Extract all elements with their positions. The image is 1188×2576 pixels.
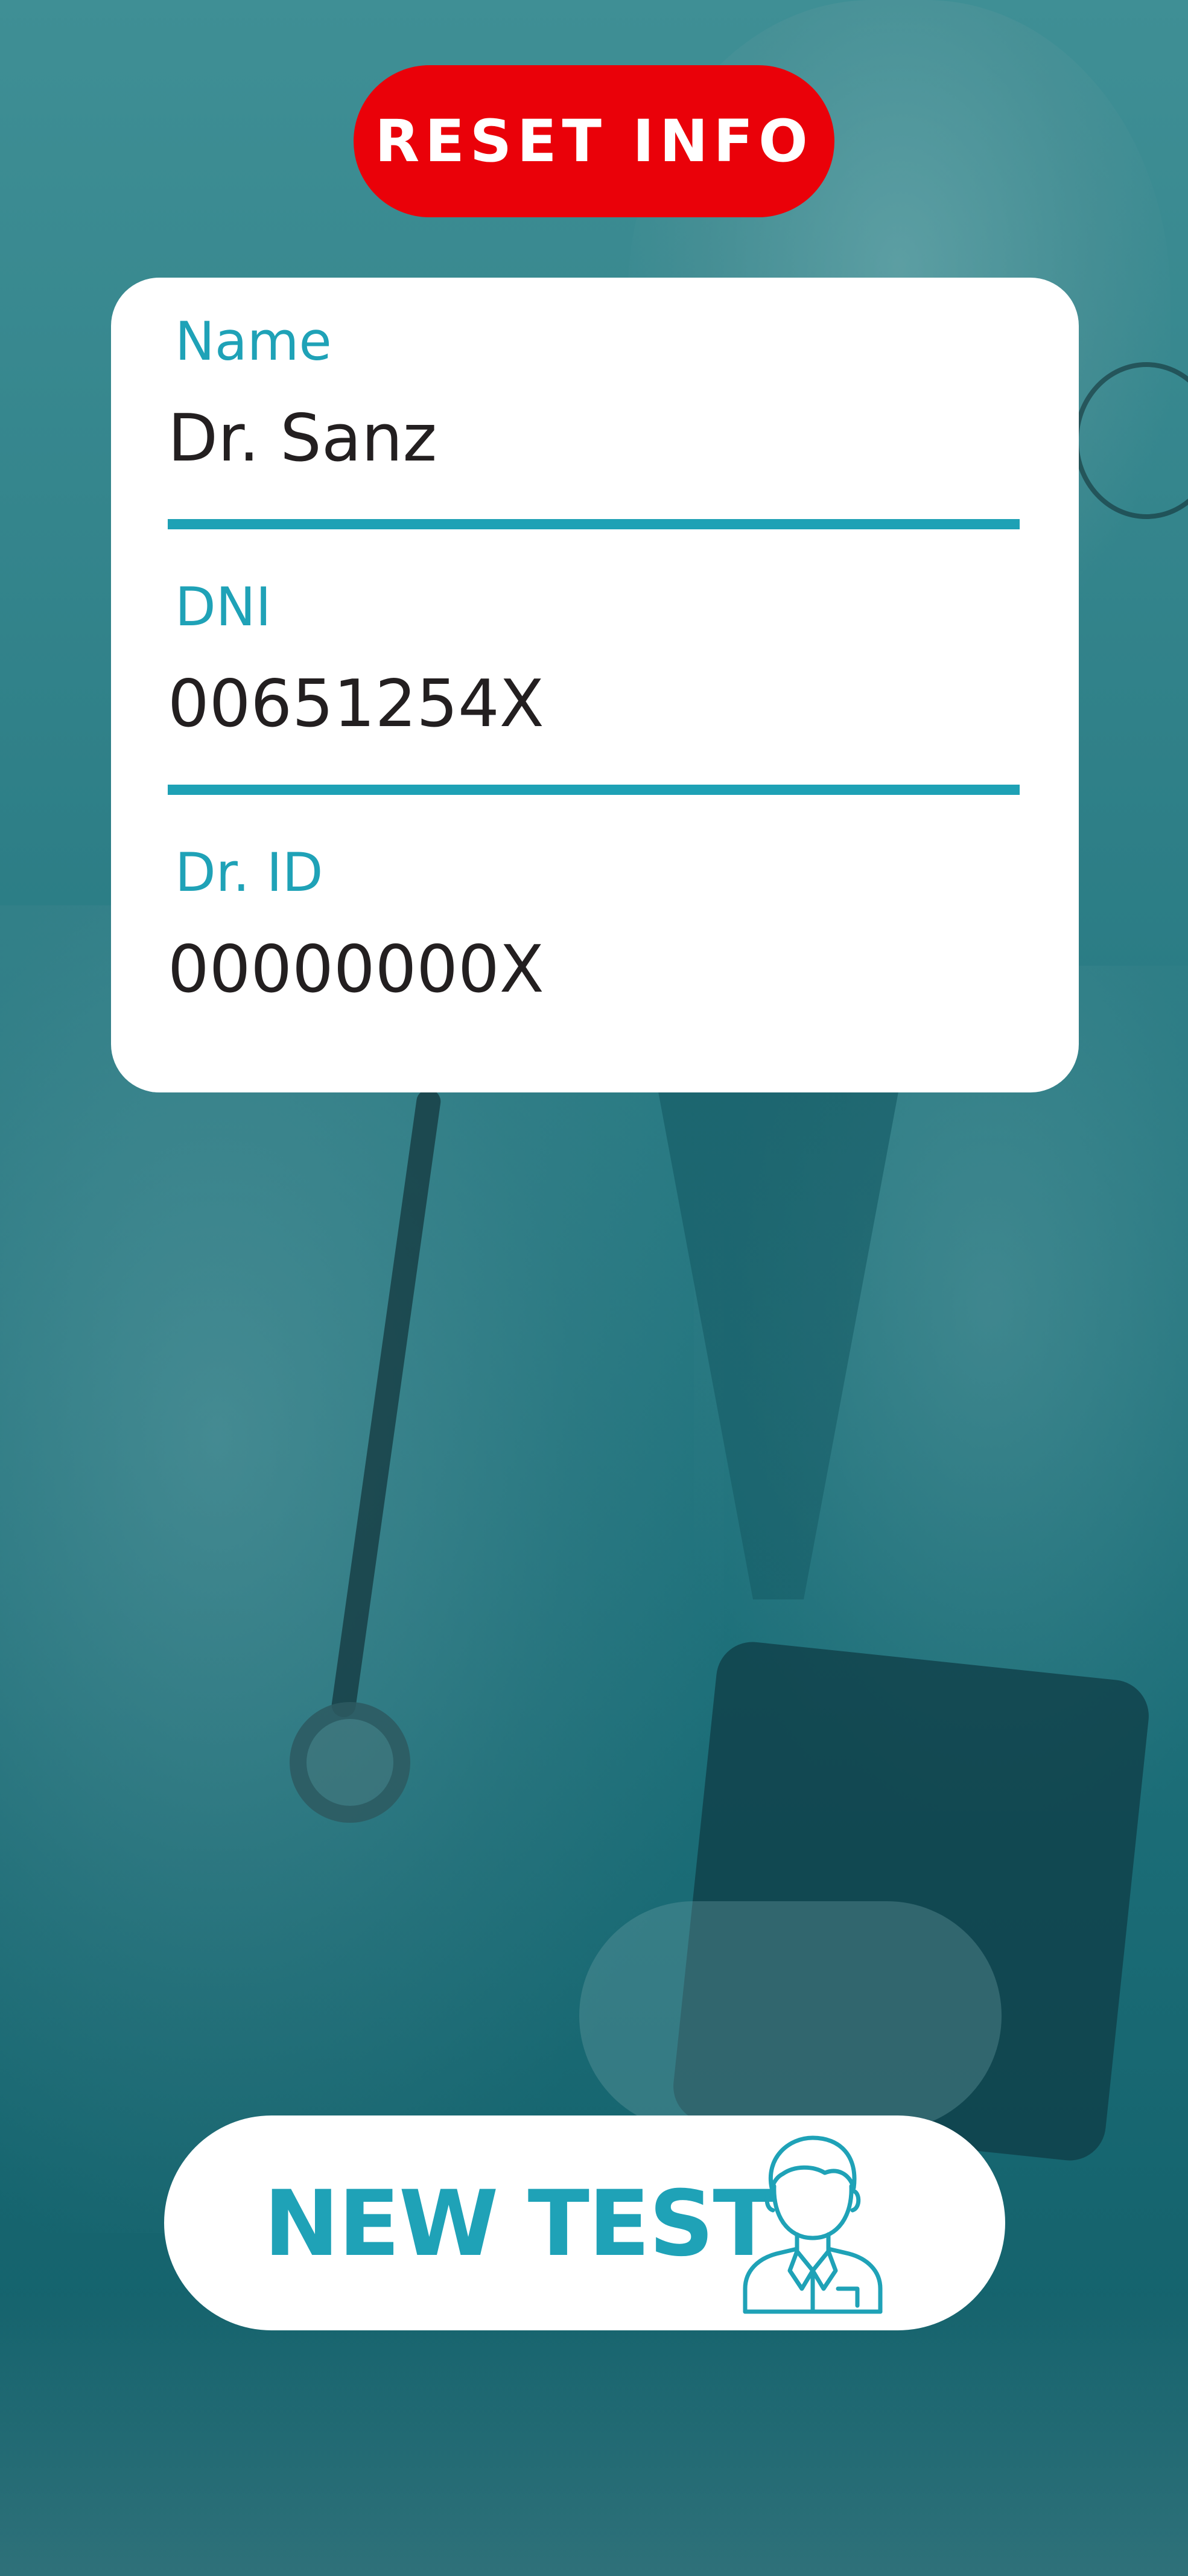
background-photo-desk <box>0 2294 1188 2576</box>
dni-field-group: DNI <box>168 576 1020 817</box>
dni-input[interactable] <box>168 666 1020 742</box>
dr-id-label: Dr. ID <box>175 841 323 904</box>
reset-info-button[interactable]: RESET INFO <box>354 65 834 217</box>
dni-underline <box>168 785 1020 795</box>
new-test-label: NEW TEST <box>264 2172 775 2277</box>
name-label: Name <box>175 310 332 372</box>
dni-label: DNI <box>175 576 272 638</box>
name-underline <box>168 519 1020 529</box>
dr-id-input[interactable] <box>168 932 1020 1007</box>
dr-id-field-group: Dr. ID <box>168 841 1020 1059</box>
name-input[interactable] <box>168 401 1020 476</box>
doctor-info-screen: RESET INFO Name DNI Dr. ID NEW TEST <box>0 0 1188 2576</box>
background-photo-hand <box>579 1901 1002 2131</box>
background-photo-stethoscope-head <box>290 1702 410 1823</box>
doctor-info-card: Name DNI Dr. ID <box>111 278 1079 1092</box>
doctor-icon <box>743 2135 883 2314</box>
new-test-button[interactable]: NEW TEST <box>164 2115 1005 2330</box>
name-field-group: Name <box>168 310 1020 552</box>
